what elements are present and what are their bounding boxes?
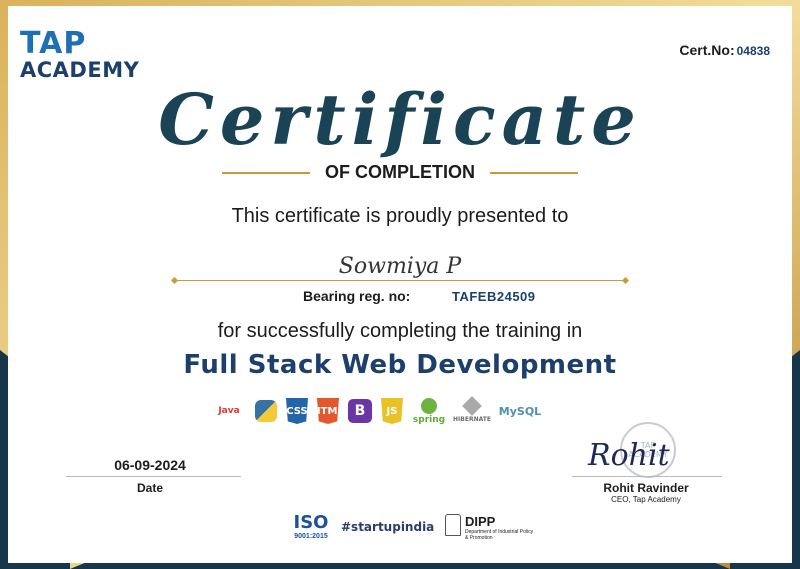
signature: Rohit (588, 438, 670, 473)
hibernate-icon: HIBERNATE (453, 396, 491, 426)
dipp-subtitle: Department of Industrial Policy & Promot… (465, 529, 534, 541)
issue-date: 06-09-2024 (114, 457, 186, 473)
date-line (66, 476, 241, 477)
certificate-title: Certificate (158, 78, 642, 161)
technology-logos: Java CSS HTML B JS spring HIBERNATE MySQ… (212, 394, 592, 428)
html5-icon: HTML (317, 398, 339, 424)
signature-line (572, 476, 722, 477)
signatory-role: CEO, Tap Academy (611, 495, 681, 504)
accreditation-logos: ISO 9001:2015 #startupindia DIPP Departm… (285, 512, 534, 552)
bootstrap-icon: B (348, 399, 372, 423)
cert-no-label: Cert.No: (679, 42, 735, 58)
cert-no-value: 04838 (736, 44, 770, 58)
logo-line1: TAP (20, 26, 87, 61)
name-underline (175, 280, 625, 281)
hibernate-label: HIBERNATE (453, 416, 491, 423)
tap-academy-logo: TAP ACADEMY (20, 26, 160, 86)
presented-text: This certificate is proudly presented to (231, 205, 569, 227)
registration-number: TAFEB24509 (452, 289, 536, 304)
certificate-subtitle: OF COMPLETION (325, 162, 475, 182)
java-icon: Java (218, 406, 240, 416)
mysql-icon: MySQL (498, 404, 542, 418)
completion-text: for successfully completing the training… (217, 320, 583, 342)
spring-leaf (421, 397, 437, 414)
iso-logo: ISO 9001:2015 (285, 512, 337, 540)
python-icon (255, 400, 277, 422)
spring-icon: spring (412, 396, 446, 426)
dipp-logo: DIPP Department of Industrial Policy & P… (445, 512, 533, 552)
css3-icon: CSS (286, 398, 308, 424)
signatory-name: Rohit Ravinder (603, 481, 689, 495)
registration-label: Bearing reg. no: (303, 288, 411, 304)
iso-number: 9001:2015 (294, 533, 328, 540)
startup-india-logo: #startupindia (341, 520, 435, 534)
dipp-title: DIPP (465, 514, 496, 529)
iso-mark: ISO (293, 512, 329, 533)
certificate-number: Cert.No: 04838 (679, 42, 770, 58)
subtitle-row: OF COMPLETION (0, 160, 800, 184)
javascript-icon: JS (381, 398, 403, 424)
subtitle-divider-right (490, 172, 578, 174)
emblem-icon (445, 514, 461, 536)
spring-label: spring (412, 414, 446, 425)
recipient-name: Sowmiya P (338, 254, 462, 279)
hibernate-mark (462, 396, 482, 416)
date-label: Date (136, 481, 163, 495)
course-name: Full Stack Web Development (183, 350, 617, 380)
